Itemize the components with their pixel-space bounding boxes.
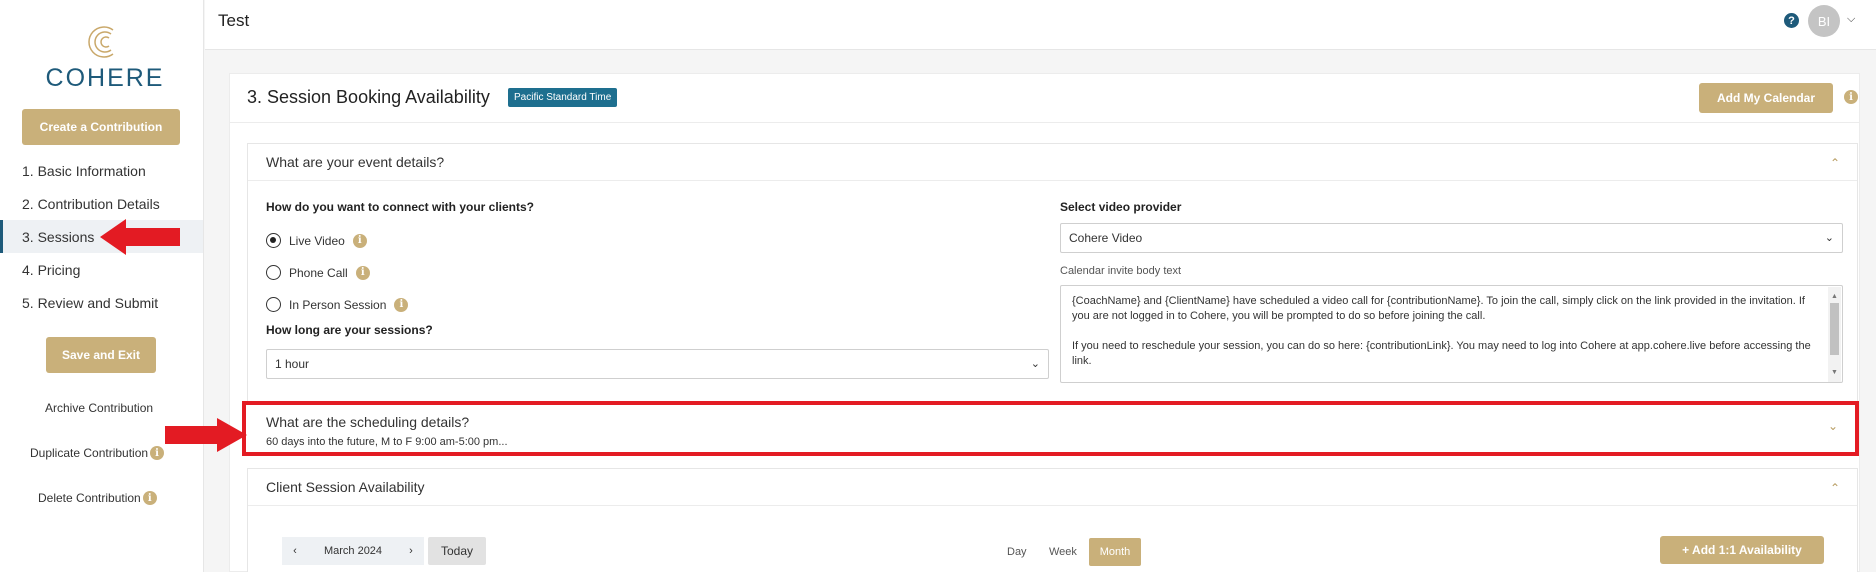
- cohere-logo[interactable]: COHERE: [40, 22, 170, 98]
- duplicate-contribution-label: Duplicate Contribution: [30, 446, 149, 460]
- option-in-person[interactable]: In Person Session i: [266, 297, 409, 312]
- option-phone-call[interactable]: Phone Call i: [266, 265, 370, 280]
- info-icon[interactable]: i: [355, 265, 370, 280]
- invite-paragraph: {CoachName} and {ClientName} have schedu…: [1072, 295, 1805, 322]
- scroll-up-icon[interactable]: ▲: [1831, 289, 1838, 304]
- step-basic-information[interactable]: 1. Basic Information: [0, 154, 203, 187]
- video-provider-select[interactable]: Cohere Video ⌄: [1060, 223, 1843, 253]
- event-details-header[interactable]: What are your event details? ⌃: [248, 144, 1857, 181]
- session-length-value: 1 hour: [275, 357, 310, 371]
- info-icon[interactable]: i: [142, 491, 157, 505]
- archive-contribution-label: Archive Contribution: [45, 401, 154, 415]
- delete-contribution-link[interactable]: Delete Contribution i: [38, 491, 157, 505]
- invite-paragraph: If you need to reschedule your session, …: [1072, 340, 1811, 367]
- chevron-down-icon[interactable]: ⌄: [1828, 419, 1838, 433]
- archive-contribution-link[interactable]: Archive Contribution: [45, 401, 153, 415]
- timezone-badge: Pacific Standard Time: [508, 88, 618, 107]
- today-button[interactable]: Today: [428, 537, 486, 565]
- create-contribution-button[interactable]: Create a Contribution: [22, 109, 180, 145]
- delete-contribution-label: Delete Contribution: [38, 491, 141, 505]
- info-icon[interactable]: i: [1844, 90, 1858, 104]
- client-availability-title: Client Session Availability: [266, 479, 425, 495]
- red-arrow-icon: [100, 219, 180, 255]
- option-live-video[interactable]: Live Video i: [266, 233, 367, 248]
- radio-live-video[interactable]: [266, 233, 281, 248]
- radio-in-person[interactable]: [266, 297, 281, 312]
- event-details-title: What are your event details?: [266, 154, 445, 170]
- connect-question: How do you want to connect with your cli…: [266, 200, 535, 214]
- chevron-up-icon[interactable]: ⌃: [1830, 156, 1840, 170]
- textarea-scrollbar[interactable]: ▲ ▼: [1828, 287, 1841, 382]
- avatar[interactable]: BI: [1808, 5, 1840, 37]
- chevron-up-icon[interactable]: ⌃: [1830, 481, 1840, 495]
- info-icon[interactable]: i: [150, 446, 165, 460]
- chevron-down-icon: ⌄: [1030, 358, 1040, 370]
- session-length-select[interactable]: 1 hour ⌄: [266, 349, 1049, 379]
- save-and-exit-button[interactable]: Save and Exit: [46, 337, 156, 373]
- option-label: In Person Session: [289, 297, 387, 312]
- scheduling-details-title: What are the scheduling details?: [266, 414, 470, 430]
- brand-name: COHERE: [45, 64, 165, 92]
- step-review-submit[interactable]: 5. Review and Submit: [0, 286, 203, 319]
- step-pricing[interactable]: 4. Pricing: [0, 253, 203, 286]
- current-month-label: March 2024: [308, 537, 398, 565]
- step-contribution-details[interactable]: 2. Contribution Details: [0, 187, 203, 220]
- duplicate-contribution-link[interactable]: Duplicate Contribution i: [30, 446, 165, 460]
- red-arrow-icon: [165, 418, 247, 452]
- view-day-tab[interactable]: Day: [1007, 546, 1027, 558]
- radio-phone-call[interactable]: [266, 265, 281, 280]
- prev-month-button[interactable]: ‹: [282, 537, 308, 565]
- option-label: Live Video: [289, 233, 345, 248]
- page-title: Test: [218, 11, 250, 30]
- card-header: 3. Session Booking Availability Pacific …: [230, 74, 1859, 123]
- client-availability-header[interactable]: Client Session Availability ⌃: [248, 469, 1857, 506]
- invite-body-textarea[interactable]: {CoachName} and {ClientName} have schedu…: [1060, 285, 1843, 383]
- chevron-down-icon: ⌄: [1824, 232, 1834, 244]
- add-my-calendar-button[interactable]: Add My Calendar: [1699, 83, 1833, 113]
- section-title: 3. Session Booking Availability: [247, 87, 490, 107]
- scheduling-details-panel[interactable]: What are the scheduling details? 60 days…: [242, 401, 1859, 456]
- scrollbar-thumb[interactable]: [1830, 303, 1839, 355]
- scroll-down-icon[interactable]: ▼: [1831, 365, 1838, 380]
- sidebar: COHERE Create a Contribution 1. Basic In…: [0, 0, 204, 572]
- chevron-down-icon[interactable]: ⌵: [1847, 13, 1855, 26]
- scheduling-details-summary: 60 days into the future, M to F 9:00 am-…: [266, 436, 508, 448]
- next-month-button[interactable]: ›: [398, 537, 424, 565]
- length-question: How long are your sessions?: [266, 323, 433, 337]
- video-provider-label: Select video provider: [1060, 200, 1182, 214]
- view-month-tab[interactable]: Month: [1089, 538, 1141, 566]
- view-week-tab[interactable]: Week: [1049, 546, 1077, 558]
- info-icon[interactable]: i: [352, 233, 367, 248]
- session-availability-card: 3. Session Booking Availability Pacific …: [229, 73, 1860, 572]
- invite-body-label: Calendar invite body text: [1060, 265, 1182, 277]
- info-icon[interactable]: i: [394, 297, 409, 312]
- top-bar: Test ? BI ⌵: [205, 0, 1876, 50]
- option-label: Phone Call: [289, 265, 348, 280]
- video-provider-value: Cohere Video: [1069, 231, 1143, 245]
- add-availability-button[interactable]: + Add 1:1 Availability: [1660, 536, 1824, 564]
- event-details-panel: What are your event details? ⌃ How do yo…: [247, 143, 1858, 406]
- help-icon[interactable]: ?: [1784, 13, 1799, 28]
- cohere-logo-icon: [88, 26, 114, 58]
